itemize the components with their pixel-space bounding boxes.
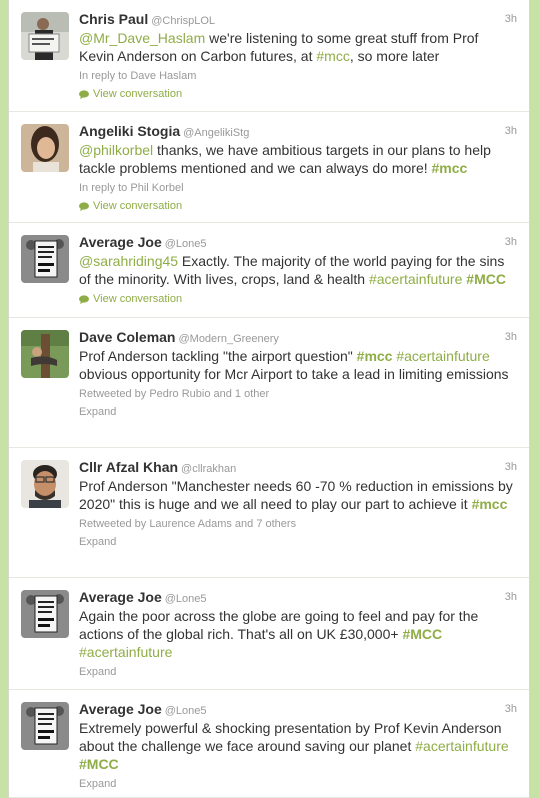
hashtag-link[interactable]: #acertainfuture [79, 644, 172, 660]
timestamp[interactable]: 3h [505, 125, 517, 137]
tweet-text: @philkorbel thanks, we have ambitious ta… [79, 141, 517, 177]
author-handle[interactable]: @Lone5 [165, 238, 207, 250]
tweet[interactable]: Average Joe @Lone5 3h Extremely powerful … [9, 690, 529, 798]
author-handle[interactable]: @AngelikiStg [183, 127, 249, 139]
tweet-body: , so more later [349, 48, 440, 64]
author-name[interactable]: Average Joe [79, 701, 162, 717]
mention-link[interactable]: @Mr_Dave_Haslam [79, 30, 205, 46]
expand-link[interactable]: Expand [79, 665, 517, 679]
hashtag-link[interactable]: #mcc [432, 160, 468, 176]
view-conversation-link[interactable]: View conversation [79, 87, 517, 101]
tweet[interactable]: Cllr Afzal Khan @cllrakhan 3h Prof Anders… [9, 448, 529, 578]
view-conversation-label: View conversation [93, 293, 183, 305]
view-conversation-label: View conversation [93, 200, 183, 212]
tweet[interactable]: Dave Coleman @Modern_Greenery 3h Prof And… [9, 318, 529, 448]
expand-label: Expand [79, 778, 117, 790]
speech-bubble-icon [79, 89, 89, 99]
man-portrait-icon[interactable] [21, 460, 69, 508]
protest-placard-icon[interactable] [21, 702, 69, 750]
view-conversation-link[interactable]: View conversation [79, 292, 517, 306]
timestamp[interactable]: 3h [505, 591, 517, 603]
tweet-body: Prof Anderson tackling "the airport ques… [79, 348, 357, 364]
author-handle[interactable]: @Modern_Greenery [178, 333, 278, 345]
tweet[interactable]: Chris Paul @ChrispLOL 3h @Mr_Dave_Haslam … [9, 0, 529, 112]
expand-link[interactable]: Expand [79, 777, 517, 791]
expand-link[interactable]: Expand [79, 405, 517, 419]
author-name[interactable]: Angeliki Stogia [79, 123, 180, 139]
hashtag-link[interactable]: #MCC [466, 271, 506, 287]
tweet-body: obvious opportunity for Mcr Airport to t… [79, 366, 509, 382]
tweet-text: Again the poor across the globe are goin… [79, 607, 517, 661]
author-handle[interactable]: @cllrakhan [181, 463, 236, 475]
expand-label: Expand [79, 406, 117, 418]
mention-link[interactable]: @philkorbel [79, 142, 153, 158]
reply-context[interactable]: In reply to Dave Haslam [79, 69, 517, 83]
hashtag-link[interactable]: #mcc [316, 48, 349, 64]
hashtag-link[interactable]: #MCC [402, 626, 442, 642]
protest-placard-icon[interactable] [21, 590, 69, 638]
tweet-text: Extremely powerful & shocking presentati… [79, 719, 517, 773]
tweet-text: Prof Anderson "Manchester needs 60 -70 %… [79, 477, 517, 513]
hashtag-link[interactable]: #acertainfuture [369, 271, 462, 287]
hashtag-link[interactable]: #mcc [472, 496, 508, 512]
timestamp[interactable]: 3h [505, 703, 517, 715]
author-name[interactable]: Dave Coleman [79, 329, 175, 345]
timestamp[interactable]: 3h [505, 331, 517, 343]
author-name[interactable]: Average Joe [79, 234, 162, 250]
timestamp[interactable]: 3h [505, 461, 517, 473]
author-name[interactable]: Average Joe [79, 589, 162, 605]
hashtag-link[interactable]: #MCC [79, 756, 119, 772]
author-handle[interactable]: @Lone5 [165, 593, 207, 605]
timeline: Chris Paul @ChrispLOL 3h @Mr_Dave_Haslam … [8, 0, 530, 798]
timestamp[interactable]: 3h [505, 236, 517, 248]
woman-portrait-icon[interactable] [21, 124, 69, 172]
tweet[interactable]: Angeliki Stogia @AngelikiStg 3h @philkorb… [9, 112, 529, 223]
person-holding-sign-icon[interactable] [21, 12, 69, 60]
view-conversation-link[interactable]: View conversation [79, 199, 517, 213]
hashtag-link[interactable]: #acertainfuture [415, 738, 508, 754]
protest-placard-icon[interactable] [21, 235, 69, 283]
tweet[interactable]: Average Joe @Lone5 3h Again the poor acro… [9, 578, 529, 690]
mention-link[interactable]: @sarahriding45 [79, 253, 178, 269]
expand-label: Expand [79, 536, 117, 548]
speech-bubble-icon [79, 294, 89, 304]
tweet-body: Prof Anderson "Manchester needs 60 -70 %… [79, 478, 513, 512]
tweet-text: @sarahriding45 Exactly. The majority of … [79, 252, 517, 288]
tree-hug-icon[interactable] [21, 330, 69, 378]
hashtag-link[interactable]: #acertainfuture [396, 348, 489, 364]
author-name[interactable]: Cllr Afzal Khan [79, 459, 178, 475]
expand-link[interactable]: Expand [79, 535, 517, 549]
hashtag-link[interactable]: #mcc [357, 348, 393, 364]
tweet[interactable]: Average Joe @Lone5 3h @sarahriding45 Exac… [9, 223, 529, 318]
author-handle[interactable]: @ChrispLOL [151, 15, 215, 27]
reply-context[interactable]: In reply to Phil Korbel [79, 181, 517, 195]
expand-label: Expand [79, 666, 117, 678]
retweet-context[interactable]: Retweeted by Pedro Rubio and 1 other [79, 387, 517, 401]
speech-bubble-icon [79, 201, 89, 211]
tweet-text: Prof Anderson tackling "the airport ques… [79, 347, 517, 383]
author-handle[interactable]: @Lone5 [165, 705, 207, 717]
retweet-context[interactable]: Retweeted by Laurence Adams and 7 others [79, 517, 517, 531]
author-name[interactable]: Chris Paul [79, 11, 148, 27]
view-conversation-label: View conversation [93, 88, 183, 100]
tweet-text: @Mr_Dave_Haslam we're listening to some … [79, 29, 517, 65]
timestamp[interactable]: 3h [505, 13, 517, 25]
